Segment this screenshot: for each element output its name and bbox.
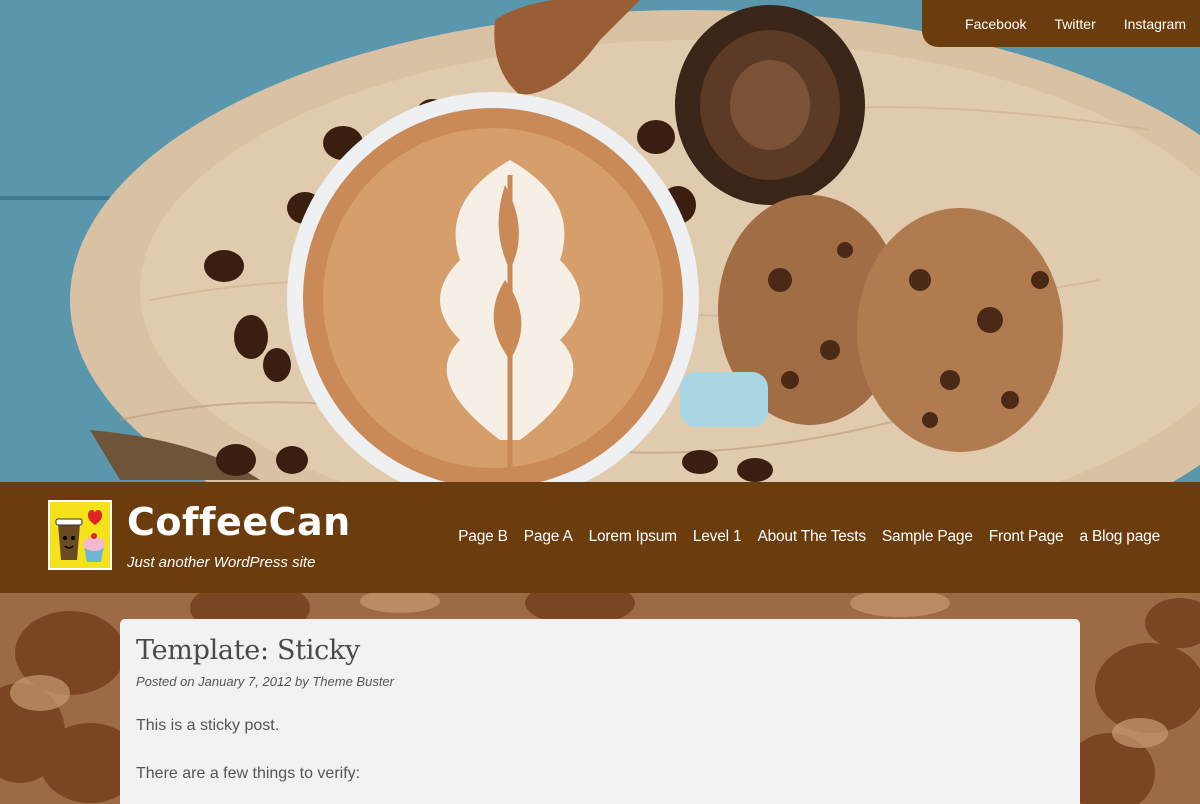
main-navigation: Page B Page A Lorem Ipsum Level 1 About … bbox=[458, 528, 1160, 546]
site-tagline: Just another WordPress site bbox=[127, 554, 316, 571]
nav-item-page-a[interactable]: Page A bbox=[524, 528, 573, 546]
nav-item-about-the-tests[interactable]: About The Tests bbox=[757, 528, 866, 546]
nav-item-page-b[interactable]: Page B bbox=[458, 528, 508, 546]
nav-item-sample-page[interactable]: Sample Page bbox=[882, 528, 973, 546]
nav-item-level-1[interactable]: Level 1 bbox=[693, 528, 742, 546]
twitter-link[interactable]: Twitter bbox=[1055, 16, 1096, 32]
post-body: This is a sticky post. There are a few t… bbox=[136, 717, 1064, 783]
post-meta: Posted on January 7, 2012 by Theme Buste… bbox=[136, 674, 394, 689]
site-header: CoffeeCan Just another WordPress site Pa… bbox=[0, 482, 1200, 593]
site-title[interactable]: CoffeeCan bbox=[127, 500, 351, 544]
post-paragraph: This is a sticky post. bbox=[136, 717, 280, 734]
social-links-bar: Facebook Twitter Instagram bbox=[922, 0, 1200, 47]
nav-item-a-blog-page[interactable]: a Blog page bbox=[1079, 528, 1160, 546]
site-logo[interactable] bbox=[48, 500, 112, 570]
post-paragraph: There are a few things to verify: bbox=[136, 765, 361, 782]
coffee-hero-illustration bbox=[0, 0, 1200, 482]
nav-item-front-page[interactable]: Front Page bbox=[989, 528, 1064, 546]
instagram-link[interactable]: Instagram bbox=[1124, 16, 1186, 32]
nav-item-lorem-ipsum[interactable]: Lorem Ipsum bbox=[589, 528, 677, 546]
post-title[interactable]: Template: Sticky bbox=[136, 635, 1064, 666]
coffee-cupcake-logo-icon bbox=[50, 502, 110, 568]
hero-image: Facebook Twitter Instagram bbox=[0, 0, 1200, 482]
sticky-post-card: Template: Sticky Posted on January 7, 20… bbox=[120, 619, 1080, 804]
facebook-link[interactable]: Facebook bbox=[965, 16, 1026, 32]
